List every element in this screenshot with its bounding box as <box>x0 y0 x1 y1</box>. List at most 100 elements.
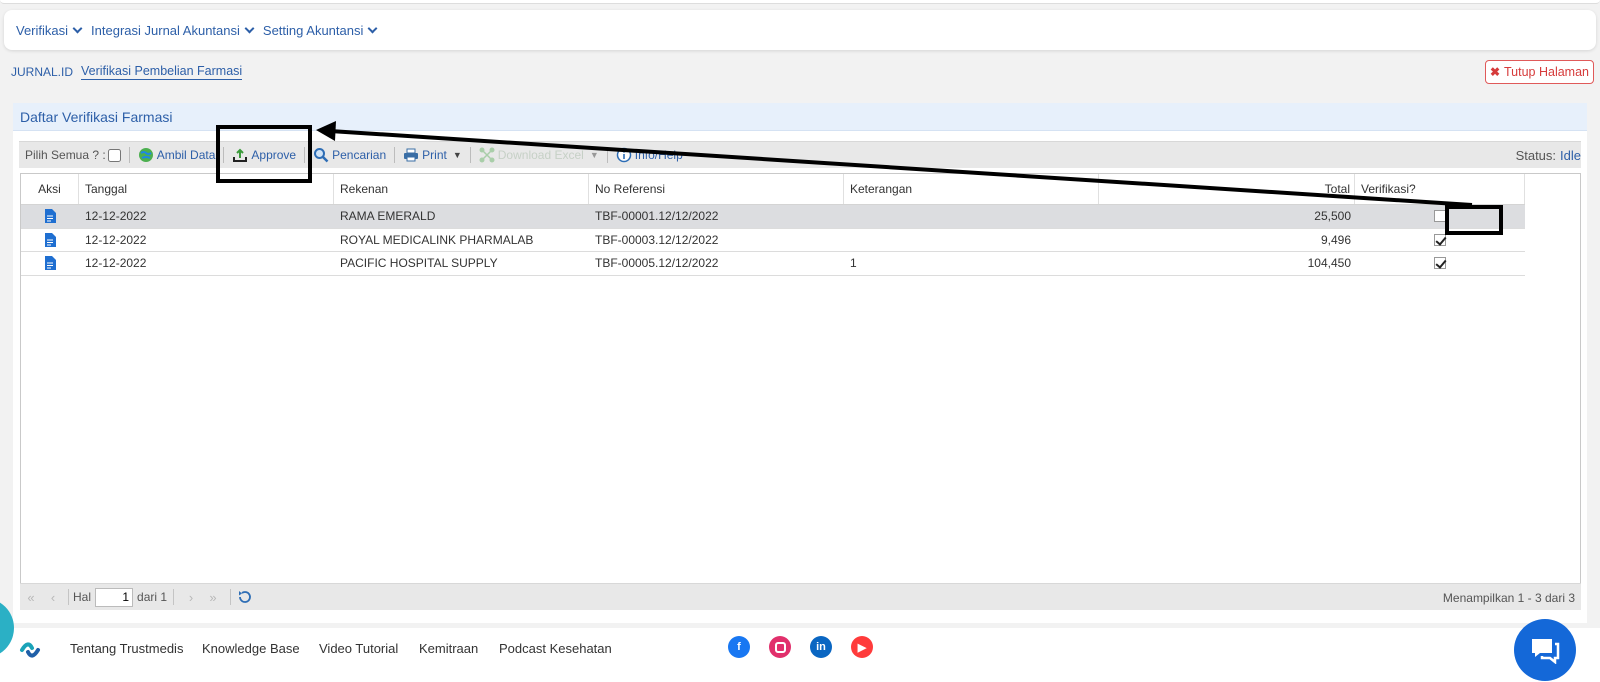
footer-link-knowledge-base[interactable]: Knowledge Base <box>202 641 300 656</box>
facebook-icon[interactable]: f <box>728 636 750 658</box>
refresh-icon[interactable] <box>237 589 253 605</box>
chevron-down-icon <box>244 23 255 33</box>
pagination-bar: « ‹ Hal dari 1 › » Menampilkan 1 - 3 dar… <box>20 583 1581 610</box>
info-icon <box>616 147 631 163</box>
print-button[interactable]: Print ▼ <box>403 142 462 169</box>
cell-total: 104,450 <box>1307 256 1351 271</box>
grid-header: Aksi Tanggal Rekenan No Referensi Ketera… <box>21 174 1525 205</box>
cell-no-referensi: TBF-00001.12/12/2022 <box>595 209 719 224</box>
status-value: Idle <box>1560 148 1581 163</box>
close-page-button[interactable]: ✖ Tutup Halaman <box>1484 60 1594 84</box>
cell-total: 9,496 <box>1320 232 1351 247</box>
cell-total: 25,500 <box>1314 209 1351 224</box>
approve-button[interactable]: Approve <box>232 142 296 169</box>
menu-integrasi-jurnal[interactable]: Integrasi Jurnal Akuntansi <box>91 23 255 38</box>
cell-verifikasi <box>1355 205 1525 228</box>
table-row[interactable]: 12-12-2022 ROYAL MEDICALINK PHARMALAB TBF-… <box>21 229 1525 252</box>
page-number-input[interactable] <box>95 587 134 607</box>
cell-rekenan: PACIFIC HOSPITAL SUPPLY <box>340 256 498 271</box>
data-grid: Aksi Tanggal Rekenan No Referensi Ketera… <box>20 173 1581 585</box>
row-action[interactable] <box>21 252 79 275</box>
printer-icon <box>404 148 419 162</box>
cell-rekenan: RAMA EMERALD <box>340 209 436 224</box>
prev-page-button[interactable]: ‹ <box>42 590 64 605</box>
search-icon <box>314 148 329 163</box>
toolbar: Pilih Semua ? : Ambil Data Approve Penca… <box>19 141 1581 168</box>
menu-setting-akuntansi[interactable]: Setting Akuntansi <box>263 23 378 38</box>
footer-link-podcast[interactable]: Podcast Kesehatan <box>499 641 612 656</box>
youtube-icon[interactable]: ▶ <box>851 636 873 658</box>
document-icon[interactable] <box>44 209 56 224</box>
column-header-tanggal[interactable]: Tanggal <box>79 174 334 204</box>
footer-link-video-tutorial[interactable]: Video Tutorial <box>319 641 398 656</box>
cell-tanggal: 12-12-2022 <box>85 209 147 224</box>
toolbar-divider <box>128 147 130 163</box>
select-all: Pilih Semua ? : <box>25 148 121 162</box>
close-icon: ✖ <box>1489 65 1500 79</box>
column-header-verifikasi[interactable]: Verifikasi? <box>1355 174 1525 204</box>
cell-no-referensi: TBF-00005.12/12/2022 <box>595 256 719 271</box>
column-header-rekenan[interactable]: Rekenan <box>334 174 589 204</box>
breadcrumb-current[interactable]: Verifikasi Pembelian Farmasi <box>81 64 243 80</box>
status-indicator: Status: Idle <box>1515 148 1581 163</box>
column-header-keterangan[interactable]: Keterangan <box>844 174 1099 204</box>
column-header-aksi[interactable]: Aksi <box>21 174 79 204</box>
verify-checkbox[interactable] <box>1434 233 1446 246</box>
pager-divider <box>173 589 175 605</box>
pager-divider <box>68 589 69 605</box>
first-page-button[interactable]: « <box>20 590 42 605</box>
globe-icon <box>138 148 153 162</box>
linkedin-icon[interactable]: in <box>810 636 832 658</box>
cell-tanggal: 12-12-2022 <box>85 256 147 271</box>
info-help-button[interactable]: Info/Help <box>616 142 683 169</box>
cell-no-referensi: TBF-00003.12/12/2022 <box>595 232 719 247</box>
cell-verifikasi <box>1355 229 1525 252</box>
footer: Tentang Trustmedis Knowledge Base Video … <box>0 628 1600 682</box>
trustmedis-logo-icon <box>20 642 40 658</box>
cell-rekenan: ROYAL MEDICALINK PHARMALAB <box>340 232 534 247</box>
footer-link-kemitraan[interactable]: Kemitraan <box>419 641 478 656</box>
row-action[interactable] <box>21 229 79 252</box>
caret-down-icon: ▼ <box>452 150 462 160</box>
chat-icon <box>1532 639 1560 664</box>
top-menu-bar: Verifikasi Integrasi Jurnal Akuntansi Se… <box>4 10 1596 50</box>
next-page-button[interactable]: › <box>180 590 202 605</box>
document-icon[interactable] <box>44 256 56 271</box>
panel-title: Daftar Verifikasi Farmasi <box>13 103 1587 131</box>
cell-tanggal: 12-12-2022 <box>85 232 147 247</box>
breadcrumb-root[interactable]: JURNAL.ID <box>11 65 73 79</box>
table-row[interactable]: 12-12-2022 PACIFIC HOSPITAL SUPPLY TBF-000… <box>21 252 1525 276</box>
search-button[interactable]: Pencarian <box>313 142 386 169</box>
select-all-checkbox[interactable] <box>107 148 121 162</box>
verify-checkbox[interactable] <box>1434 257 1446 270</box>
instagram-icon[interactable] <box>769 636 791 658</box>
chevron-down-icon <box>367 23 378 33</box>
pagination-info: Menampilkan 1 - 3 dari 3 <box>1442 590 1575 605</box>
verification-panel: Daftar Verifikasi Farmasi Pilih Semua ? … <box>13 103 1587 623</box>
cell-keterangan <box>844 229 1099 252</box>
column-header-no-referensi[interactable]: No Referensi <box>589 174 844 204</box>
pager-divider <box>230 589 232 605</box>
column-header-total[interactable]: Total <box>1099 174 1355 204</box>
toolbar-divider <box>304 147 306 163</box>
cell-keterangan: 1 <box>850 256 857 271</box>
cell-verifikasi <box>1355 252 1525 275</box>
toolbar-divider <box>606 147 608 163</box>
footer-link-about[interactable]: Tentang Trustmedis <box>70 641 183 656</box>
table-row[interactable]: 12-12-2022 RAMA EMERALD TBF-00001.12/12/20… <box>21 205 1525 229</box>
verify-checkbox[interactable] <box>1434 210 1446 223</box>
document-icon[interactable] <box>44 232 56 247</box>
menu-verifikasi[interactable]: Verifikasi <box>16 23 83 38</box>
cell-keterangan <box>844 205 1099 228</box>
last-page-button[interactable]: » <box>202 590 224 605</box>
breadcrumb: JURNAL.ID Verifikasi Pembelian Farmasi <box>11 64 243 80</box>
fetch-data-button[interactable]: Ambil Data <box>138 142 215 169</box>
top-edge <box>0 0 1600 4</box>
toolbar-divider <box>223 147 225 163</box>
chevron-down-icon <box>72 23 83 33</box>
chat-button[interactable] <box>1514 619 1576 681</box>
network-icon <box>479 147 495 163</box>
toolbar-divider <box>469 147 471 163</box>
row-action[interactable] <box>21 205 79 228</box>
download-excel-button[interactable]: Download Excel ▼ <box>479 142 599 169</box>
